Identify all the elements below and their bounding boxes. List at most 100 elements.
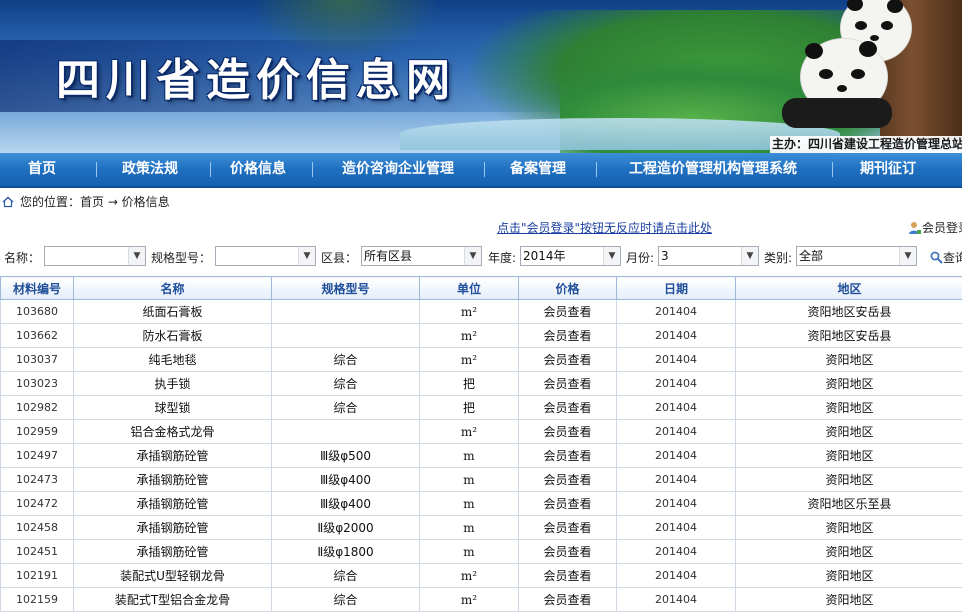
cell-region: 资阳地区 [735, 395, 962, 420]
cell-name: 防水石膏板 [73, 323, 272, 348]
cell-price-link[interactable]: 会员查看 [518, 395, 617, 420]
user-icon [909, 222, 921, 234]
login-hint-link[interactable]: 点击"会员登录"按钮无反应时请点击此处 [497, 219, 712, 236]
table-header-row: 材料编号 名称 规格型号 单位 价格 日期 地区 [0, 276, 962, 300]
cell-code: 102451 [0, 539, 74, 564]
search-button[interactable]: 查询 [930, 249, 962, 266]
cell-price-link[interactable]: 会员查看 [518, 419, 617, 444]
nav-item-agency-system[interactable]: 工程造价管理机构管理系统 [604, 153, 822, 186]
col-header-price[interactable]: 价格 [518, 276, 617, 300]
cell-date: 201404 [616, 539, 736, 564]
cell-price-link[interactable]: 会员查看 [518, 587, 617, 612]
cell-date: 201404 [616, 515, 736, 540]
cell-spec: 综合 [271, 587, 420, 612]
cell-spec [271, 323, 420, 348]
sponsor-text: 主办：四川省建设工程造价管理总站 [770, 136, 962, 153]
cell-name: 承插钢筋砼管 [73, 491, 272, 516]
nav-separator [832, 162, 833, 177]
nav-separator [484, 162, 485, 177]
cell-date: 201404 [616, 395, 736, 420]
county-select[interactable]: 所有区县 ▼ [361, 246, 482, 266]
col-header-name[interactable]: 名称 [73, 276, 272, 300]
table-row: 103662 防水石膏板 m² 会员查看 201404 资阳地区安岳县 [0, 323, 962, 348]
month-select[interactable]: 3 ▼ [658, 246, 759, 266]
cell-region: 资阳地区 [735, 443, 962, 468]
cell-unit: m² [419, 299, 519, 324]
cell-spec: Ⅱ级φ1800 [271, 539, 420, 564]
cell-unit: m [419, 515, 519, 540]
cell-price-link[interactable]: 会员查看 [518, 563, 617, 588]
table-row: 102982 球型锁 综合 把 会员查看 201404 资阳地区 [0, 395, 962, 420]
cell-unit: m [419, 539, 519, 564]
col-header-code[interactable]: 材料编号 [0, 276, 74, 300]
cell-spec [271, 419, 420, 444]
spec-select[interactable]: ▼ [215, 246, 316, 266]
main-nav: 首页 政策法规 价格信息 造价咨询企业管理 备案管理 工程造价管理机构管理系统 … [0, 153, 962, 188]
cell-region: 资阳地区 [735, 419, 962, 444]
cell-name: 执手锁 [73, 371, 272, 396]
table-row: 102159 装配式T型铝合金龙骨 综合 m² 会员查看 201404 资阳地区 [0, 587, 962, 612]
cell-code: 102458 [0, 515, 74, 540]
cell-name: 球型锁 [73, 395, 272, 420]
spec-label: 规格型号： [151, 251, 212, 265]
cell-spec: Ⅱ级φ2000 [271, 515, 420, 540]
nav-item-journal[interactable]: 期刊征订 [840, 153, 936, 186]
cell-price-link[interactable]: 会员查看 [518, 539, 617, 564]
chevron-down-icon: ▼ [603, 247, 620, 265]
cell-price-link[interactable]: 会员查看 [518, 467, 617, 492]
col-header-region[interactable]: 地区 [735, 276, 962, 300]
nav-item-price[interactable]: 价格信息 [212, 153, 304, 186]
member-login-button[interactable]: 会员登录 [908, 219, 962, 236]
cell-region: 资阳地区 [735, 587, 962, 612]
name-select[interactable]: ▼ [44, 246, 146, 266]
table-row: 103023 执手锁 综合 把 会员查看 201404 资阳地区 [0, 371, 962, 396]
cell-name: 铝合金格式龙骨 [73, 419, 272, 444]
breadcrumb: 您的位置：首页 → 价格信息 [2, 193, 170, 210]
nav-item-policy[interactable]: 政策法规 [100, 153, 200, 186]
cell-unit: m² [419, 563, 519, 588]
nav-item-consulting[interactable]: 造价咨询企业管理 [318, 153, 478, 186]
cell-price-link[interactable]: 会员查看 [518, 299, 617, 324]
chevron-down-icon: ▼ [741, 247, 758, 265]
cell-unit: m [419, 467, 519, 492]
name-label: 名称： [4, 251, 41, 265]
nav-separator [96, 162, 97, 177]
year-select-value: 2014年 [523, 249, 566, 263]
nav-item-filing[interactable]: 备案管理 [490, 153, 586, 186]
table-row: 102959 铝合金格式龙骨 m² 会员查看 201404 资阳地区 [0, 419, 962, 444]
cell-price-link[interactable]: 会员查看 [518, 347, 617, 372]
cell-name: 承插钢筋砼管 [73, 515, 272, 540]
cell-name: 纯毛地毯 [73, 347, 272, 372]
nav-item-home[interactable]: 首页 [0, 153, 84, 186]
category-select[interactable]: 全部 ▼ [796, 246, 917, 266]
cell-code: 102472 [0, 491, 74, 516]
cell-price-link[interactable]: 会员查看 [518, 323, 617, 348]
cell-date: 201404 [616, 467, 736, 492]
cell-region: 资阳地区 [735, 563, 962, 588]
category-select-value: 全部 [799, 249, 824, 263]
table-row: 102191 装配式U型轻钢龙骨 综合 m² 会员查看 201404 资阳地区 [0, 563, 962, 588]
cell-spec: Ⅲ级φ400 [271, 491, 420, 516]
cell-price-link[interactable]: 会员查看 [518, 443, 617, 468]
chevron-down-icon: ▼ [128, 247, 145, 265]
cell-date: 201404 [616, 371, 736, 396]
cell-name: 承插钢筋砼管 [73, 467, 272, 492]
cell-unit: m² [419, 347, 519, 372]
cell-code: 102982 [0, 395, 74, 420]
cell-price-link[interactable]: 会员查看 [518, 491, 617, 516]
cell-spec: Ⅲ级φ500 [271, 443, 420, 468]
county-select-value: 所有区县 [364, 249, 413, 263]
col-header-date[interactable]: 日期 [616, 276, 736, 300]
col-header-unit[interactable]: 单位 [419, 276, 519, 300]
cell-unit: m² [419, 323, 519, 348]
year-select[interactable]: 2014年 ▼ [520, 246, 621, 266]
cell-region: 资阳地区 [735, 467, 962, 492]
cell-price-link[interactable]: 会员查看 [518, 515, 617, 540]
nav-separator [312, 162, 313, 177]
col-header-spec[interactable]: 规格型号 [271, 276, 420, 300]
cell-code: 102497 [0, 443, 74, 468]
cell-price-link[interactable]: 会员查看 [518, 371, 617, 396]
site-banner: 四川省造价信息网 主办：四川省建设工程造价管理总站 [0, 0, 962, 153]
cell-date: 201404 [616, 443, 736, 468]
cell-code: 103662 [0, 323, 74, 348]
